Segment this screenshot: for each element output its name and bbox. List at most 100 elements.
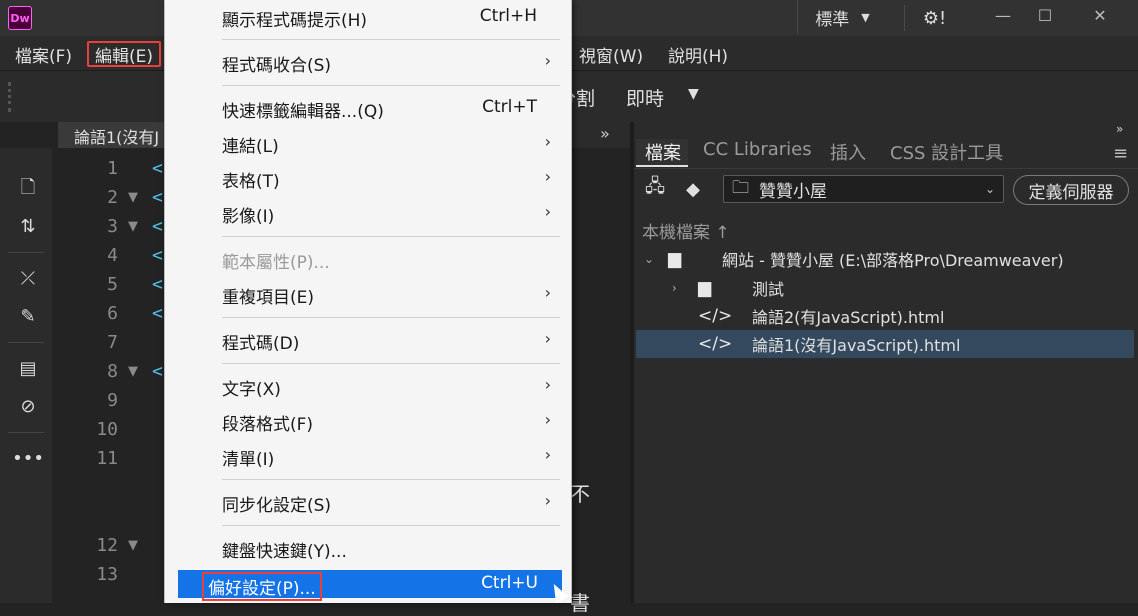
view-mode-dropdown-icon[interactable]: ▼ — [688, 86, 699, 102]
menu-item-list[interactable]: 清單(I) › — [165, 439, 573, 473]
tab-files[interactable]: 檔案 — [636, 139, 688, 167]
chevron-down-icon: ⌄ — [984, 182, 995, 196]
menu-item-label: 程式碼(D) — [222, 334, 300, 354]
remove-comment-icon[interactable]: ⊘ — [14, 392, 42, 420]
tab-cc-libraries[interactable]: CC Libraries — [703, 139, 812, 165]
tab-insert[interactable]: 插入 — [830, 139, 866, 165]
line-number: 9 — [107, 390, 118, 411]
chevron-down-icon[interactable]: ⌄ — [644, 252, 654, 266]
submenu-arrow-icon: › — [544, 202, 551, 221]
tree-label: 論語1(沒有JavaScript).html — [752, 336, 961, 355]
submenu-arrow-icon: › — [544, 51, 551, 70]
menu-item-sync-settings[interactable]: 同步化設定(S) › — [165, 485, 573, 519]
settings-gear-icon[interactable]: ⚙! — [904, 5, 964, 31]
submenu-arrow-icon: › — [544, 329, 551, 348]
workspace-label: 標準 — [815, 9, 850, 30]
menu-item-label: 快速標籤編輯器...(Q) — [222, 102, 384, 122]
chevron-down-icon: ▼ — [861, 10, 870, 24]
line-number: 1 — [107, 158, 118, 179]
submenu-arrow-icon: › — [544, 283, 551, 302]
tree-row-file[interactable]: </> 論語2(有JavaScript).html — [636, 302, 1134, 330]
panel-menu-icon[interactable]: ≡ — [1113, 143, 1128, 164]
menu-item-shortcut: Ctrl+H — [479, 6, 537, 26]
menu-separator — [222, 317, 560, 318]
fold-arrow-icon[interactable]: ▼ — [128, 364, 138, 379]
toolbar-divider — [8, 252, 44, 253]
menu-item-label: 文字(X) — [222, 380, 281, 400]
menu-item-shortcut: Ctrl+U — [481, 573, 538, 593]
code-file-icon: </> — [698, 306, 733, 326]
minimize-button[interactable]: — — [983, 2, 1023, 28]
code-fragment[interactable]: < — [152, 158, 163, 179]
code-fragment[interactable]: < — [152, 187, 163, 208]
code-fragment[interactable]: < — [152, 361, 163, 382]
expand-collapse-icon[interactable]: ⤫ — [14, 264, 42, 292]
close-button[interactable]: ✕ — [1080, 2, 1120, 28]
new-document-icon[interactable]: 🗋 — [14, 176, 42, 204]
submenu-arrow-icon: › — [544, 491, 551, 510]
collapse-panel-icon[interactable]: » — [600, 124, 610, 143]
code-fragment[interactable]: < — [152, 303, 163, 324]
code-gutter: 1 2 3 4 5 6 7 8 9 10 11 12 13 ▼ ▼ ▼ ▼ < … — [58, 150, 163, 603]
menu-item-label: 清單(I) — [222, 450, 275, 470]
menu-item-paragraph-format[interactable]: 段落格式(F) › — [165, 404, 573, 438]
menu-item-label: 表格(T) — [222, 172, 280, 192]
menu-edit[interactable]: 編輯(E) — [87, 41, 162, 67]
menu-item-link[interactable]: 連結(L) › — [165, 126, 573, 160]
tab-css-designer[interactable]: CSS 設計工具 — [890, 139, 1003, 165]
menu-file[interactable]: 檔案(F) — [9, 41, 78, 67]
menu-item-code-collapse[interactable]: 程式碼收合(S) › — [165, 45, 573, 79]
code-fragment[interactable]: < — [152, 245, 163, 266]
menu-item-text[interactable]: 文字(X) › — [165, 369, 573, 403]
menu-item-quick-tag-editor[interactable]: 快速標籤編輯器...(Q) Ctrl+T — [165, 91, 573, 125]
live-view-button[interactable]: 即時 — [626, 84, 664, 111]
menu-item-code[interactable]: 程式碼(D) › — [165, 323, 573, 357]
toolbar-grip[interactable] — [8, 82, 16, 112]
menu-window[interactable]: 視窗(W) — [573, 41, 649, 67]
menu-item-label: 顯示程式碼提示(H) — [222, 11, 368, 31]
tree-label: 論語2(有JavaScript).html — [752, 308, 945, 327]
menu-item-label: 同步化設定(S) — [222, 496, 332, 516]
menu-item-image[interactable]: 影像(I) › — [165, 196, 573, 230]
menu-separator — [222, 85, 560, 86]
menu-separator — [222, 236, 560, 237]
site-select[interactable]: 🗀 贊贊小屋 ⌄ — [723, 175, 1004, 203]
workspace-switcher[interactable]: 標準 ▼ — [797, 0, 887, 34]
maximize-button[interactable]: ☐ — [1025, 2, 1065, 28]
fold-arrow-icon[interactable]: ▼ — [128, 190, 138, 205]
tree-row-folder[interactable]: › ▆ 測試 — [636, 274, 1134, 302]
tree-label: 網站 - 贊贊小屋 (E:\部落格Pro\Dreamweaver) — [722, 251, 1064, 270]
menu-item-keyboard-shortcuts[interactable]: 鍵盤快速鍵(Y)... — [165, 531, 573, 565]
line-number: 5 — [107, 274, 118, 295]
tree-row-file-selected[interactable]: </> 論語1(沒有JavaScript).html — [636, 330, 1134, 358]
local-files-header[interactable]: 本機檔案 ↑ — [642, 218, 730, 243]
left-toolbar: 🗋 ⇅ ⤫ ✎ ▤ ⊘ ••• — [0, 148, 52, 603]
code-fragment[interactable]: < — [152, 216, 163, 237]
folder-icon: ▆ — [668, 249, 682, 269]
code-fragment[interactable]: < — [152, 274, 163, 295]
edit-menu-dropdown: 顯示程式碼提示(H) Ctrl+H 程式碼收合(S) › 快速標籤編輯器...(… — [164, 0, 572, 603]
tree-row-site-root[interactable]: ⌄ ▆ 網站 - 贊贊小屋 (E:\部落格Pro\Dreamweaver) — [636, 245, 1134, 273]
document-tab[interactable]: 論語1(沒有J — [58, 122, 178, 148]
more-options-icon[interactable]: ••• — [12, 444, 44, 472]
format-code-icon[interactable]: ✎ — [14, 302, 42, 330]
menu-item-repeating-items[interactable]: 重複項目(E) › — [165, 277, 573, 311]
menu-help[interactable]: 說明(H) — [662, 41, 734, 67]
line-number: 12 — [96, 535, 118, 556]
file-transfer-icon[interactable]: ⇅ — [14, 212, 42, 240]
code-text-fragment: 不 — [570, 482, 590, 506]
menu-item-label: 影像(I) — [222, 207, 275, 227]
git-icon[interactable]: ◆ — [680, 176, 706, 202]
menu-item-table[interactable]: 表格(T) › — [165, 161, 573, 195]
line-number: 10 — [96, 419, 118, 440]
fold-arrow-icon[interactable]: ▼ — [128, 219, 138, 234]
fold-arrow-icon[interactable]: ▼ — [128, 538, 138, 553]
menu-item-show-code-hints[interactable]: 顯示程式碼提示(H) Ctrl+H — [165, 0, 573, 34]
submenu-arrow-icon: › — [544, 167, 551, 186]
chevron-right-icon[interactable]: › — [672, 281, 677, 295]
define-server-button[interactable]: 定義伺服器 — [1013, 175, 1129, 205]
panel-collapse-icon[interactable]: » — [1116, 122, 1123, 136]
comment-icon[interactable]: ▤ — [14, 354, 42, 382]
menu-item-preferences[interactable]: 偏好設定(P)... Ctrl+U — [178, 570, 562, 601]
connect-server-icon[interactable]: 🖧 — [642, 176, 668, 202]
